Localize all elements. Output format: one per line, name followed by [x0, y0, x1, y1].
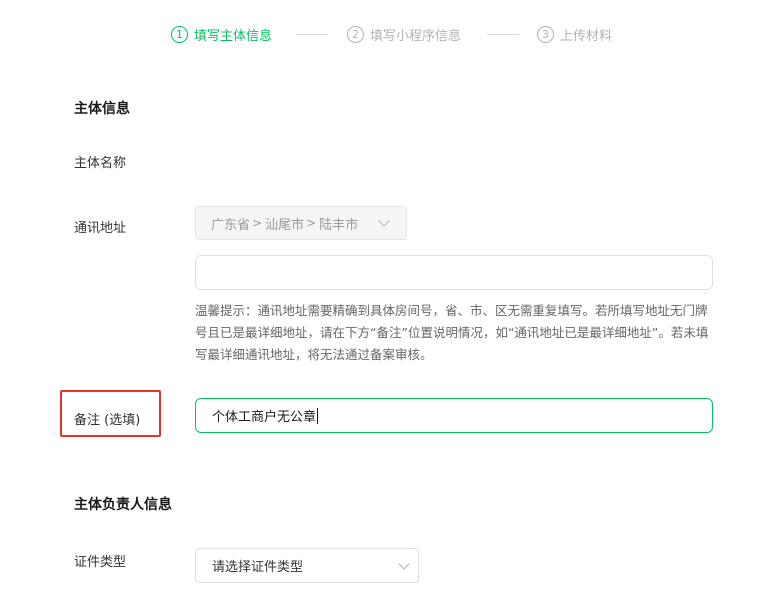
section-title-subject-info: 主体信息 — [74, 101, 130, 117]
cert-type-label: 证件类型 — [74, 555, 127, 570]
region-select[interactable]: 广东省 > 汕尾市 > 陆丰市 — [195, 206, 407, 240]
step-indicator: 1 填写主体信息 2 填写小程序信息 3 上传材料 — [0, 22, 758, 48]
address-hint: 温馨提示：通讯地址需要精确到具体房间号，省、市、区无需重复填写。若所填写地址无门… — [195, 303, 709, 362]
step-3-number: 3 — [537, 26, 554, 43]
city-value: 汕尾市 — [265, 217, 305, 233]
remark-input[interactable]: 个体工商户无公章 — [195, 398, 713, 433]
region-separator: > — [306, 216, 317, 230]
step-3: 3 上传材料 — [537, 25, 612, 44]
step-divider — [487, 34, 519, 35]
step-2: 2 填写小程序信息 — [347, 25, 461, 44]
section-title-responsible-info: 主体负责人信息 — [74, 497, 172, 513]
step-1: 1 填写主体信息 — [171, 25, 272, 44]
step-divider — [296, 34, 328, 35]
step-3-label: 上传材料 — [560, 29, 613, 44]
address-label: 通讯地址 — [74, 221, 127, 236]
step-1-label: 填写主体信息 — [194, 29, 273, 44]
district-value: 陆丰市 — [319, 217, 359, 233]
subject-name-label: 主体名称 — [74, 156, 127, 171]
text-caret — [317, 407, 319, 424]
cert-type-placeholder: 请选择证件类型 — [212, 560, 304, 575]
region-separator: > — [252, 216, 263, 230]
remark-label-highlight — [60, 390, 161, 437]
step-2-label: 填写小程序信息 — [370, 29, 462, 44]
remark-value: 个体工商户无公章 — [212, 410, 317, 425]
chevron-down-icon — [378, 215, 390, 227]
address-detail-input[interactable] — [195, 255, 713, 290]
cert-type-select[interactable]: 请选择证件类型 — [195, 548, 419, 583]
step-2-number: 2 — [347, 26, 364, 43]
chevron-down-icon — [398, 558, 410, 570]
step-1-number: 1 — [171, 26, 188, 43]
province-value: 广东省 — [211, 217, 251, 233]
